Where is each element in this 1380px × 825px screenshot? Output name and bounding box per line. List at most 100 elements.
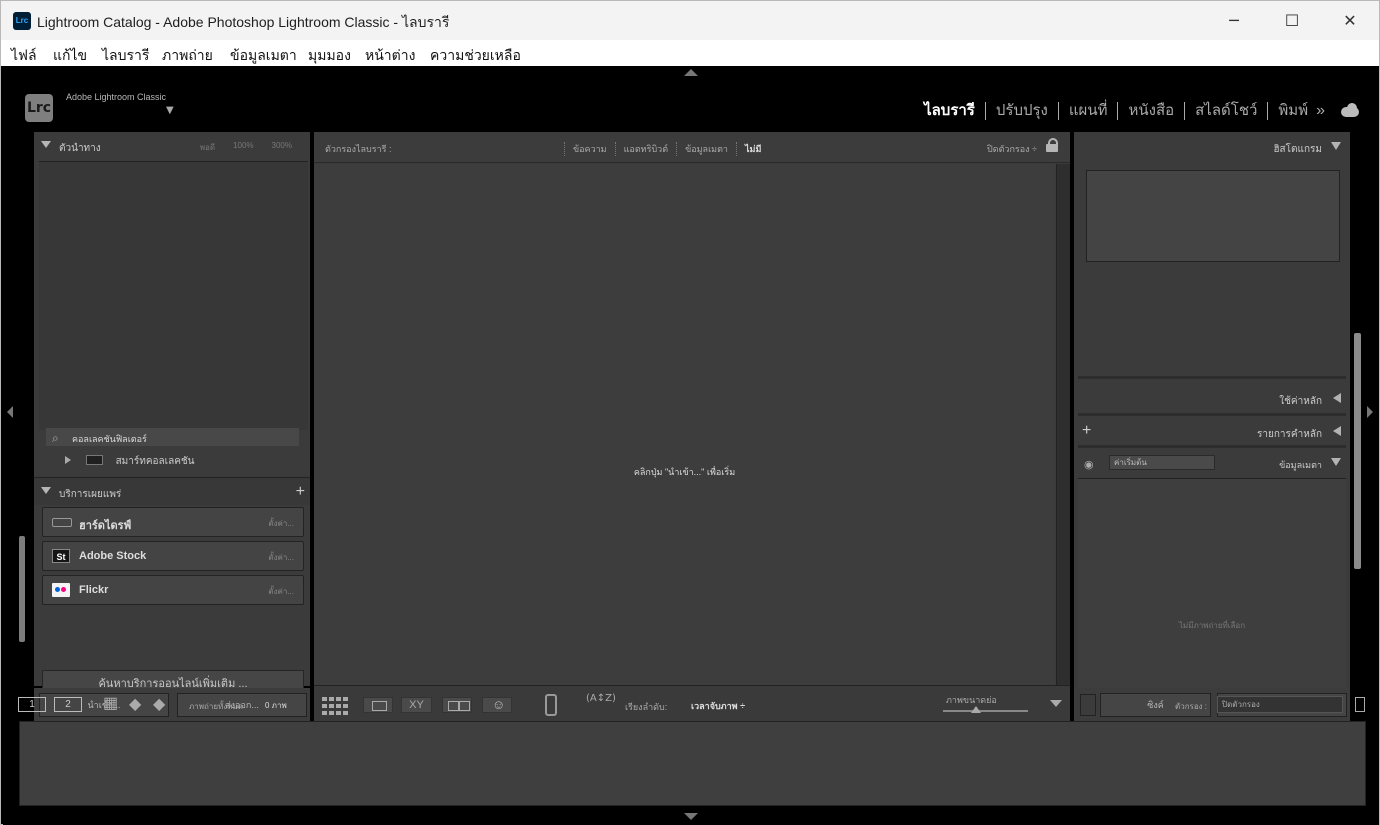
expand-triangle-icon[interactable] [1333, 426, 1341, 436]
filter-metadata-tab[interactable]: ข้อมูลเมตา [676, 142, 736, 156]
right-panel-toggle-icon[interactable] [1367, 406, 1373, 418]
service-settings-link[interactable]: ตั้งค่า... [268, 551, 294, 564]
hard-drive-icon [52, 518, 72, 527]
flickr-icon [52, 583, 70, 597]
collapse-triangle-icon[interactable] [41, 487, 51, 494]
navigator-title: ตัวนำทาง [59, 143, 101, 154]
service-label: Adobe Stock [79, 550, 147, 562]
forward-arrow-icon[interactable]: ◆ [153, 694, 165, 714]
menu-edit[interactable]: แก้ไข [53, 45, 87, 67]
filmstrip-filter-toggle[interactable] [1355, 697, 1365, 712]
grid-view-area: ตัวกรองไลบรารี : ข้อความ แอตทริบิวต์ ข้อ… [314, 132, 1070, 722]
menu-photo[interactable]: ภาพถ่าย [162, 45, 213, 67]
top-panel-toggle-icon[interactable] [684, 69, 698, 76]
module-print[interactable]: พิมพ์ [1268, 102, 1318, 120]
filter-off-dropdown[interactable]: ปิดตัวกรอง ÷ [987, 142, 1037, 156]
module-develop[interactable]: ปรับปรุง [986, 102, 1059, 120]
smart-collection-icon [85, 455, 103, 465]
service-settings-link[interactable]: ตั้งค่า... [268, 585, 294, 598]
more-modules-icon[interactable]: » [1316, 102, 1325, 120]
publish-services-header[interactable]: บริการเผยแพร่ + [34, 477, 310, 505]
collapse-triangle-icon[interactable] [1331, 458, 1341, 466]
menu-bar: ไฟล์ แก้ไข ไลบรารี ภาพถ่าย ข้อมูลเมตา มุ… [1, 40, 1379, 66]
zoom-fit[interactable]: พอดี [200, 141, 215, 154]
identity-plate[interactable]: Lrc Adobe Lightroom Classic ▼ [25, 92, 185, 122]
filter-attribute-tab[interactable]: แอตทริบิวต์ [614, 142, 676, 156]
library-filter-label: ตัวกรองไลบรารี : [325, 144, 392, 154]
collection-filter-label: คอลเลคชันฟิลเตอร์ [72, 434, 147, 444]
module-map[interactable]: แผนที่ [1059, 102, 1119, 120]
minimize-button[interactable]: ─ [1205, 1, 1263, 40]
navigator-preview [39, 161, 308, 430]
left-panel-scrollbar[interactable] [19, 536, 25, 642]
filter-none-tab[interactable]: ไม่มี [735, 142, 769, 156]
panel-separator [1078, 376, 1346, 379]
grid-scrollbar[interactable] [1056, 164, 1070, 706]
adobe-stock-service[interactable]: St Adobe Stock ตั้งค่า... [42, 541, 304, 571]
menu-metadata[interactable]: ข้อมูลเมตา [230, 45, 297, 67]
collapse-triangle-icon[interactable] [41, 141, 51, 148]
grid-view-icon[interactable]: ▦ [103, 696, 118, 712]
lightroom-badge-icon: Lrc [13, 12, 31, 30]
bottom-panel-toggle-icon[interactable] [684, 813, 698, 820]
metadata-panel: ไม่มีภาพถ่ายที่เลือก [1078, 478, 1346, 706]
module-slideshow[interactable]: สไลด์โชว์ [1185, 102, 1269, 120]
filmstrip-source-label: ภาพถ่ายทั้งหมด [189, 702, 243, 711]
secondary-display-button[interactable]: 2 [54, 697, 82, 712]
close-button[interactable]: ✕ [1321, 1, 1379, 40]
title-bar[interactable]: Lrc Lightroom Catalog - Adobe Photoshop … [1, 1, 1379, 40]
service-label: Flickr [79, 584, 109, 596]
left-panel-toggle-icon[interactable] [7, 406, 13, 418]
filter-text-tab[interactable]: ข้อความ [564, 142, 615, 156]
collapse-triangle-icon[interactable] [1331, 142, 1341, 150]
library-filter-tabs: ข้อความ แอตทริบิวต์ ข้อมูลเมตา ไม่มี [564, 142, 769, 156]
primary-display-button[interactable]: 1 [18, 697, 46, 712]
expand-triangle-icon[interactable] [65, 456, 71, 464]
adobe-stock-icon: St [52, 549, 70, 563]
service-label: ฮาร์ดไดรฟ์ [79, 520, 132, 532]
back-arrow-icon[interactable]: ◆ [129, 694, 141, 714]
metadata-title: ข้อมูลเมตา [1279, 460, 1322, 470]
maximize-button[interactable]: ☐ [1263, 1, 1321, 40]
metadata-preset-dropdown[interactable]: ค่าเริ่มต้น [1109, 455, 1215, 470]
histogram-header[interactable]: ฮิสโตแกรม [1074, 132, 1350, 160]
hard-drive-service[interactable]: ฮาร์ดไดรฟ์ ตั้งค่า... [42, 507, 304, 537]
photo-grid[interactable]: คลิกปุ่ม "นำเข้า..." เพื่อเริ่ม [314, 164, 1055, 706]
panel-separator [1078, 413, 1346, 416]
filmstrip-bar: 1 2 ▦ ◆ ◆ ภาพถ่ายทั้งหมด 0 ภาพ ตัวกรอง :… [3, 692, 1379, 719]
identity-dropdown-icon[interactable]: ▼ [166, 105, 174, 116]
add-service-icon[interactable]: + [296, 483, 305, 501]
empty-catalog-message: คลิกปุ่ม "นำเข้า..." เพื่อเริ่ม [633, 467, 736, 477]
navigator-header[interactable]: ตัวนำทาง พอดี 100% 300% [34, 132, 310, 160]
flickr-service[interactable]: Flickr ตั้งค่า... [42, 575, 304, 605]
filmstrip-filter-dropdown[interactable]: ปิดตัวกรอง [1217, 696, 1343, 713]
zoom-100[interactable]: 100% [233, 141, 253, 154]
lightroom-window: Lrc Lightroom Catalog - Adobe Photoshop … [0, 0, 1380, 825]
filmstrip-panel[interactable] [19, 721, 1366, 806]
histogram-title: ฮิสโตแกรม [1273, 144, 1322, 155]
menu-file[interactable]: ไฟล์ [11, 45, 37, 67]
navigator-zoom-options: พอดี 100% 300% [200, 141, 292, 154]
add-keyword-icon[interactable]: + [1082, 422, 1091, 440]
collection-filter[interactable]: ⌕ คอลเลคชันฟิลเตอร์ [46, 428, 299, 446]
module-library[interactable]: ไลบรารี [914, 102, 986, 120]
expand-triangle-icon[interactable] [1333, 393, 1341, 403]
zoom-300[interactable]: 300% [272, 141, 292, 154]
menu-help[interactable]: ความช่วยเหลือ [430, 45, 521, 67]
cloud-sync-icon[interactable] [1337, 103, 1361, 119]
metadata-header[interactable]: ◉ ค่าเริ่มต้น ข้อมูลเมตา [1074, 453, 1350, 475]
module-book[interactable]: หนังสือ [1118, 102, 1186, 120]
service-settings-link[interactable]: ตั้งค่า... [268, 517, 294, 530]
menu-window[interactable]: หน้าต่าง [365, 45, 415, 67]
filmstrip-photo-count[interactable]: 0 ภาพ [265, 699, 287, 712]
right-panel-scrollbar[interactable] [1354, 333, 1361, 569]
library-filter-bar: ตัวกรองไลบรารี : ข้อความ แอตทริบิวต์ ข้อ… [314, 132, 1070, 163]
menu-view[interactable]: มุมมอง [308, 45, 351, 67]
keyword-list-header[interactable]: + รายการคำหลัก [1074, 417, 1350, 445]
lock-icon[interactable] [1046, 138, 1058, 152]
smart-collections-item[interactable]: สมาร์ทคอลเลคชัน [65, 454, 195, 469]
eye-icon[interactable]: ◉ [1084, 458, 1094, 471]
no-photo-selected-message: ไม่มีภาพถ่ายที่เลือก [1178, 621, 1246, 630]
quick-develop-header[interactable]: ใช้ค่าหลัก [1074, 384, 1350, 412]
menu-library[interactable]: ไลบรารี [102, 45, 149, 67]
